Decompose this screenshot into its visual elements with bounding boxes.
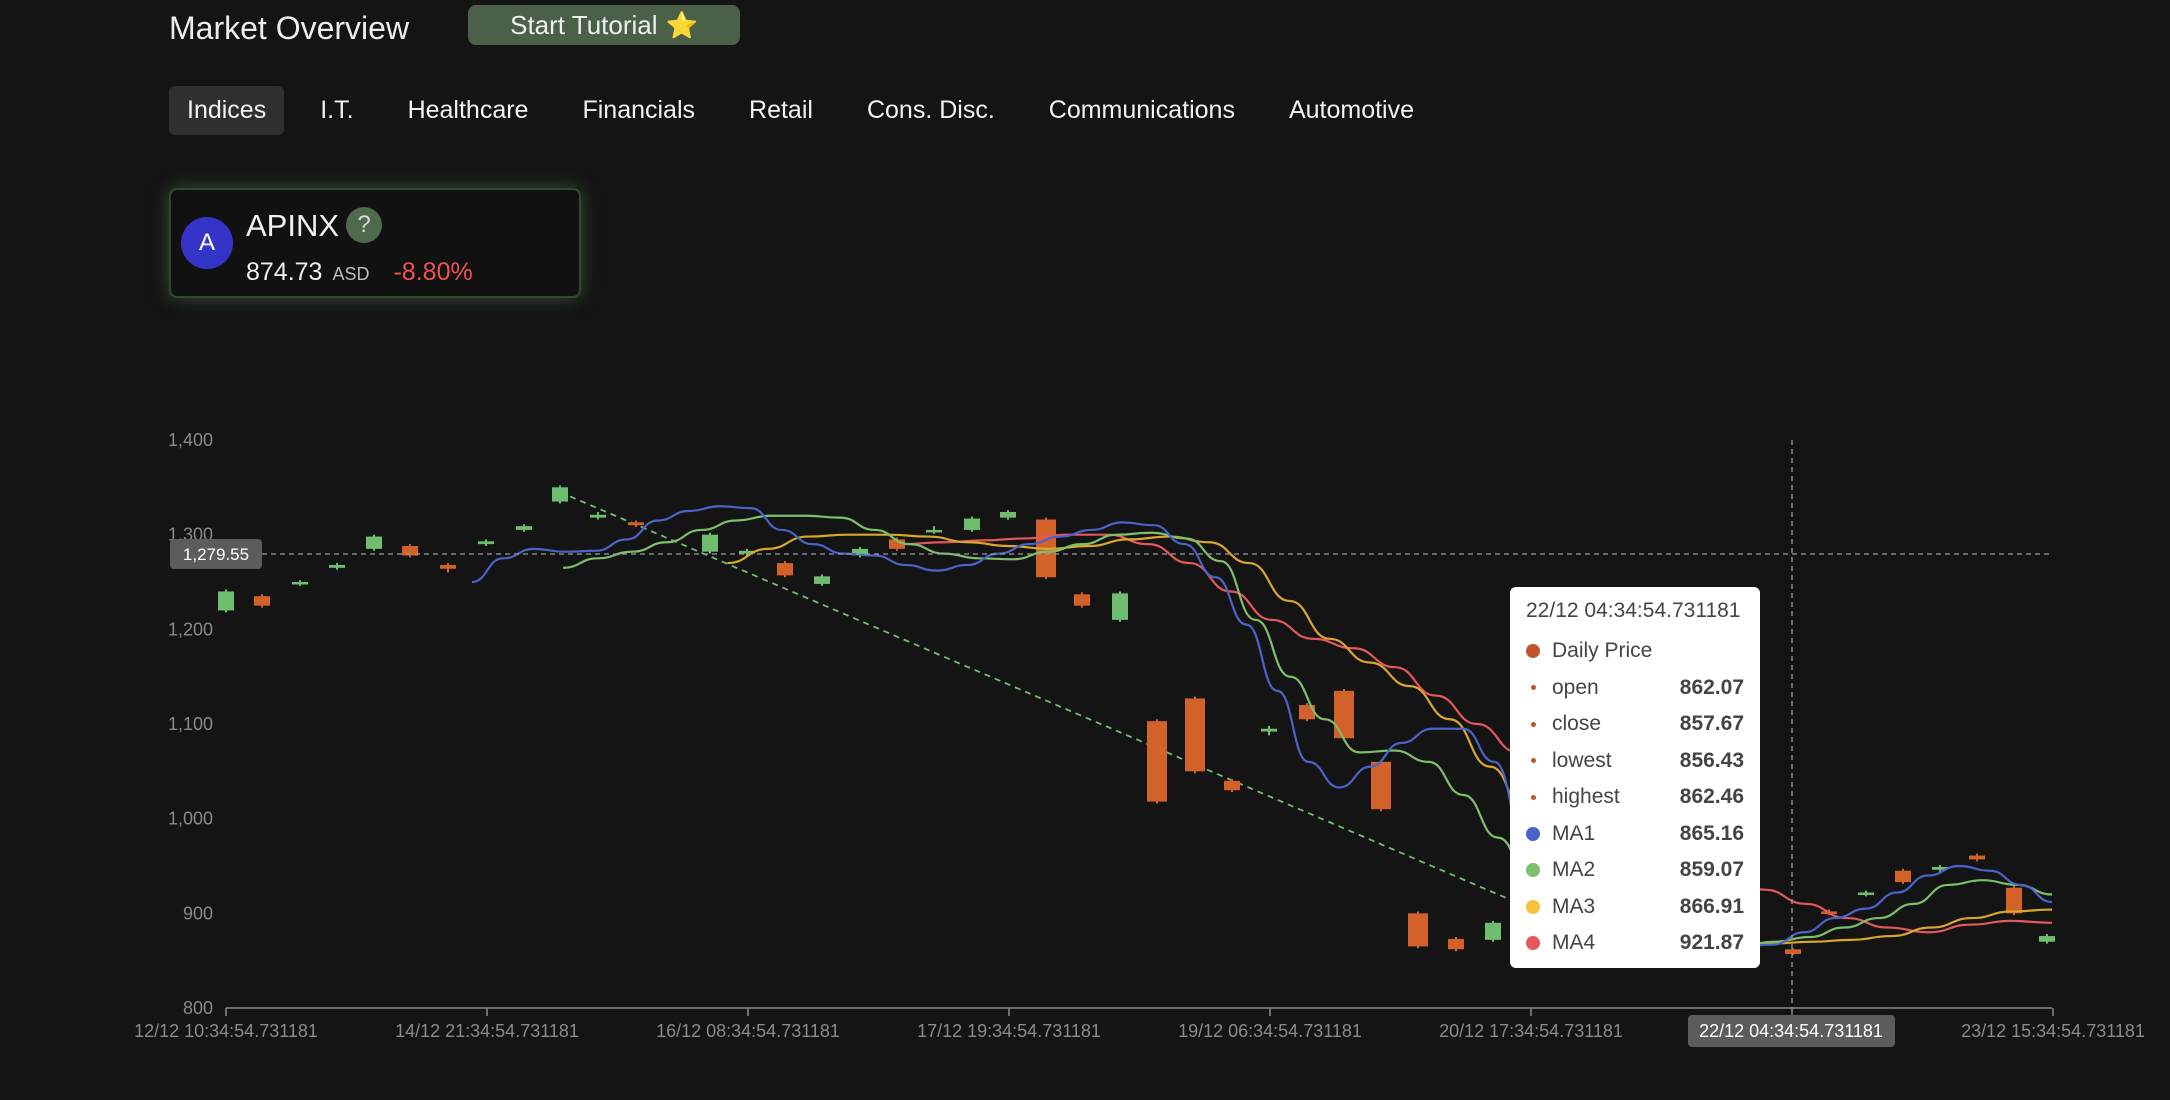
tooltip-ma4-row: MA4 921.87 xyxy=(1526,925,1744,962)
tooltip-value: 856.43 xyxy=(1679,748,1744,772)
bullet-icon xyxy=(1531,794,1536,800)
ma3-dot-icon xyxy=(1526,899,1540,914)
x-tick-label: 14/12 21:34:54.731181 xyxy=(395,1021,579,1041)
candle-body xyxy=(1000,511,1016,518)
candle-body xyxy=(1895,870,1911,883)
candle-body xyxy=(218,591,234,611)
ma1-line xyxy=(471,505,2053,948)
candle-body xyxy=(1112,593,1128,620)
tooltip-value: 859.07 xyxy=(1679,858,1744,882)
chart-tooltip: 22/12 04:34:54.731181 Daily Price open 8… xyxy=(1510,587,1760,968)
candle-body xyxy=(254,596,270,606)
tooltip-value: 866.91 xyxy=(1679,894,1744,918)
y-tick-label: 900 xyxy=(183,903,213,923)
tooltip-value: 862.46 xyxy=(1679,785,1744,809)
ma2-line xyxy=(562,514,2053,947)
y-tick-label: 800 xyxy=(183,998,213,1018)
candle-body xyxy=(628,522,644,526)
daily-price-dot-icon xyxy=(1526,644,1540,659)
candle-body xyxy=(1185,698,1205,772)
x-tick-label: 16/12 08:34:54.731181 xyxy=(656,1021,840,1041)
tooltip-ma3-row: MA3 866.91 xyxy=(1526,889,1744,926)
candle-body xyxy=(590,514,606,518)
candle-body xyxy=(1448,938,1464,950)
candle-body xyxy=(926,529,942,533)
candle-body xyxy=(1408,913,1428,947)
y-tick-label: 1,100 xyxy=(168,714,213,734)
tooltip-close-row: close 857.67 xyxy=(1526,706,1744,743)
candle-body xyxy=(440,564,456,569)
x-tick-label: 23/12 15:34:54.731181 xyxy=(1961,1021,2145,1041)
tooltip-label: MA3 xyxy=(1552,894,1596,918)
tooltip-value: 865.16 xyxy=(1679,821,1744,845)
candle-body xyxy=(1334,690,1354,739)
tooltip-value: 857.67 xyxy=(1679,712,1744,736)
candle-body xyxy=(329,564,345,568)
tooltip-label: lowest xyxy=(1552,748,1612,772)
tooltip-series-name: Daily Price xyxy=(1552,639,1653,663)
y-tick-label: 1,400 xyxy=(168,430,213,450)
candle-body xyxy=(964,518,980,530)
candle-body xyxy=(366,536,382,549)
price-chart[interactable]: 8009001,0001,1001,2001,3001,40012/12 10:… xyxy=(0,0,2170,1100)
candle-body xyxy=(2039,936,2055,942)
ma2-dot-icon xyxy=(1526,863,1540,878)
candle-body xyxy=(478,541,494,545)
bullet-icon xyxy=(1531,721,1536,727)
candle-body xyxy=(292,582,308,585)
tooltip-label: highest xyxy=(1552,785,1620,809)
candle-body xyxy=(1224,780,1240,791)
tooltip-series-row: Daily Price xyxy=(1526,633,1744,670)
tooltip-value: 862.07 xyxy=(1679,675,1744,699)
tooltip-ma1-row: MA1 865.16 xyxy=(1526,816,1744,853)
tooltip-lowest-row: lowest 856.43 xyxy=(1526,743,1744,780)
ma1-dot-icon xyxy=(1526,826,1540,841)
crosshair-y-label: 1,279.55 xyxy=(183,545,249,564)
x-tick-label: 17/12 19:34:54.731181 xyxy=(917,1021,1101,1041)
candle-body xyxy=(1371,761,1391,810)
ma3-line xyxy=(727,533,2053,945)
tooltip-label: MA2 xyxy=(1552,858,1596,882)
candle-body xyxy=(516,526,532,530)
candle-body xyxy=(1785,949,1801,955)
candle-body xyxy=(552,487,568,502)
crosshair-x-label: 22/12 04:34:54.731181 xyxy=(1699,1021,1883,1041)
tooltip-time: 22/12 04:34:54.731181 xyxy=(1526,599,1741,622)
tooltip-label: open xyxy=(1552,675,1599,699)
candle-body xyxy=(777,563,793,576)
x-tick-label: 20/12 17:34:54.731181 xyxy=(1439,1021,1623,1041)
candle-body xyxy=(1147,721,1167,802)
candle-body xyxy=(1858,892,1874,896)
candle-body xyxy=(2006,887,2022,914)
tooltip-label: MA1 xyxy=(1552,821,1596,845)
candle-body xyxy=(1261,728,1277,732)
candle-body xyxy=(702,534,718,552)
candle-body xyxy=(1969,855,1985,860)
candle-body xyxy=(1074,594,1090,606)
candle-body xyxy=(814,576,830,584)
tooltip-open-row: open 862.07 xyxy=(1526,670,1744,707)
x-tick-label: 19/12 06:34:54.731181 xyxy=(1178,1021,1362,1041)
tooltip-ma2-row: MA2 859.07 xyxy=(1526,852,1744,889)
tooltip-label: MA4 xyxy=(1552,931,1596,955)
tooltip-highest-row: highest 862.46 xyxy=(1526,779,1744,816)
ma4-dot-icon xyxy=(1526,936,1540,951)
tooltip-label: close xyxy=(1552,712,1602,736)
bullet-icon xyxy=(1531,685,1536,691)
tooltip-value: 921.87 xyxy=(1679,931,1744,955)
x-tick-label: 12/12 10:34:54.731181 xyxy=(134,1021,318,1041)
y-tick-label: 1,200 xyxy=(168,619,213,639)
bullet-icon xyxy=(1531,758,1536,764)
y-tick-label: 1,000 xyxy=(168,809,213,829)
candle-body xyxy=(1485,922,1501,940)
